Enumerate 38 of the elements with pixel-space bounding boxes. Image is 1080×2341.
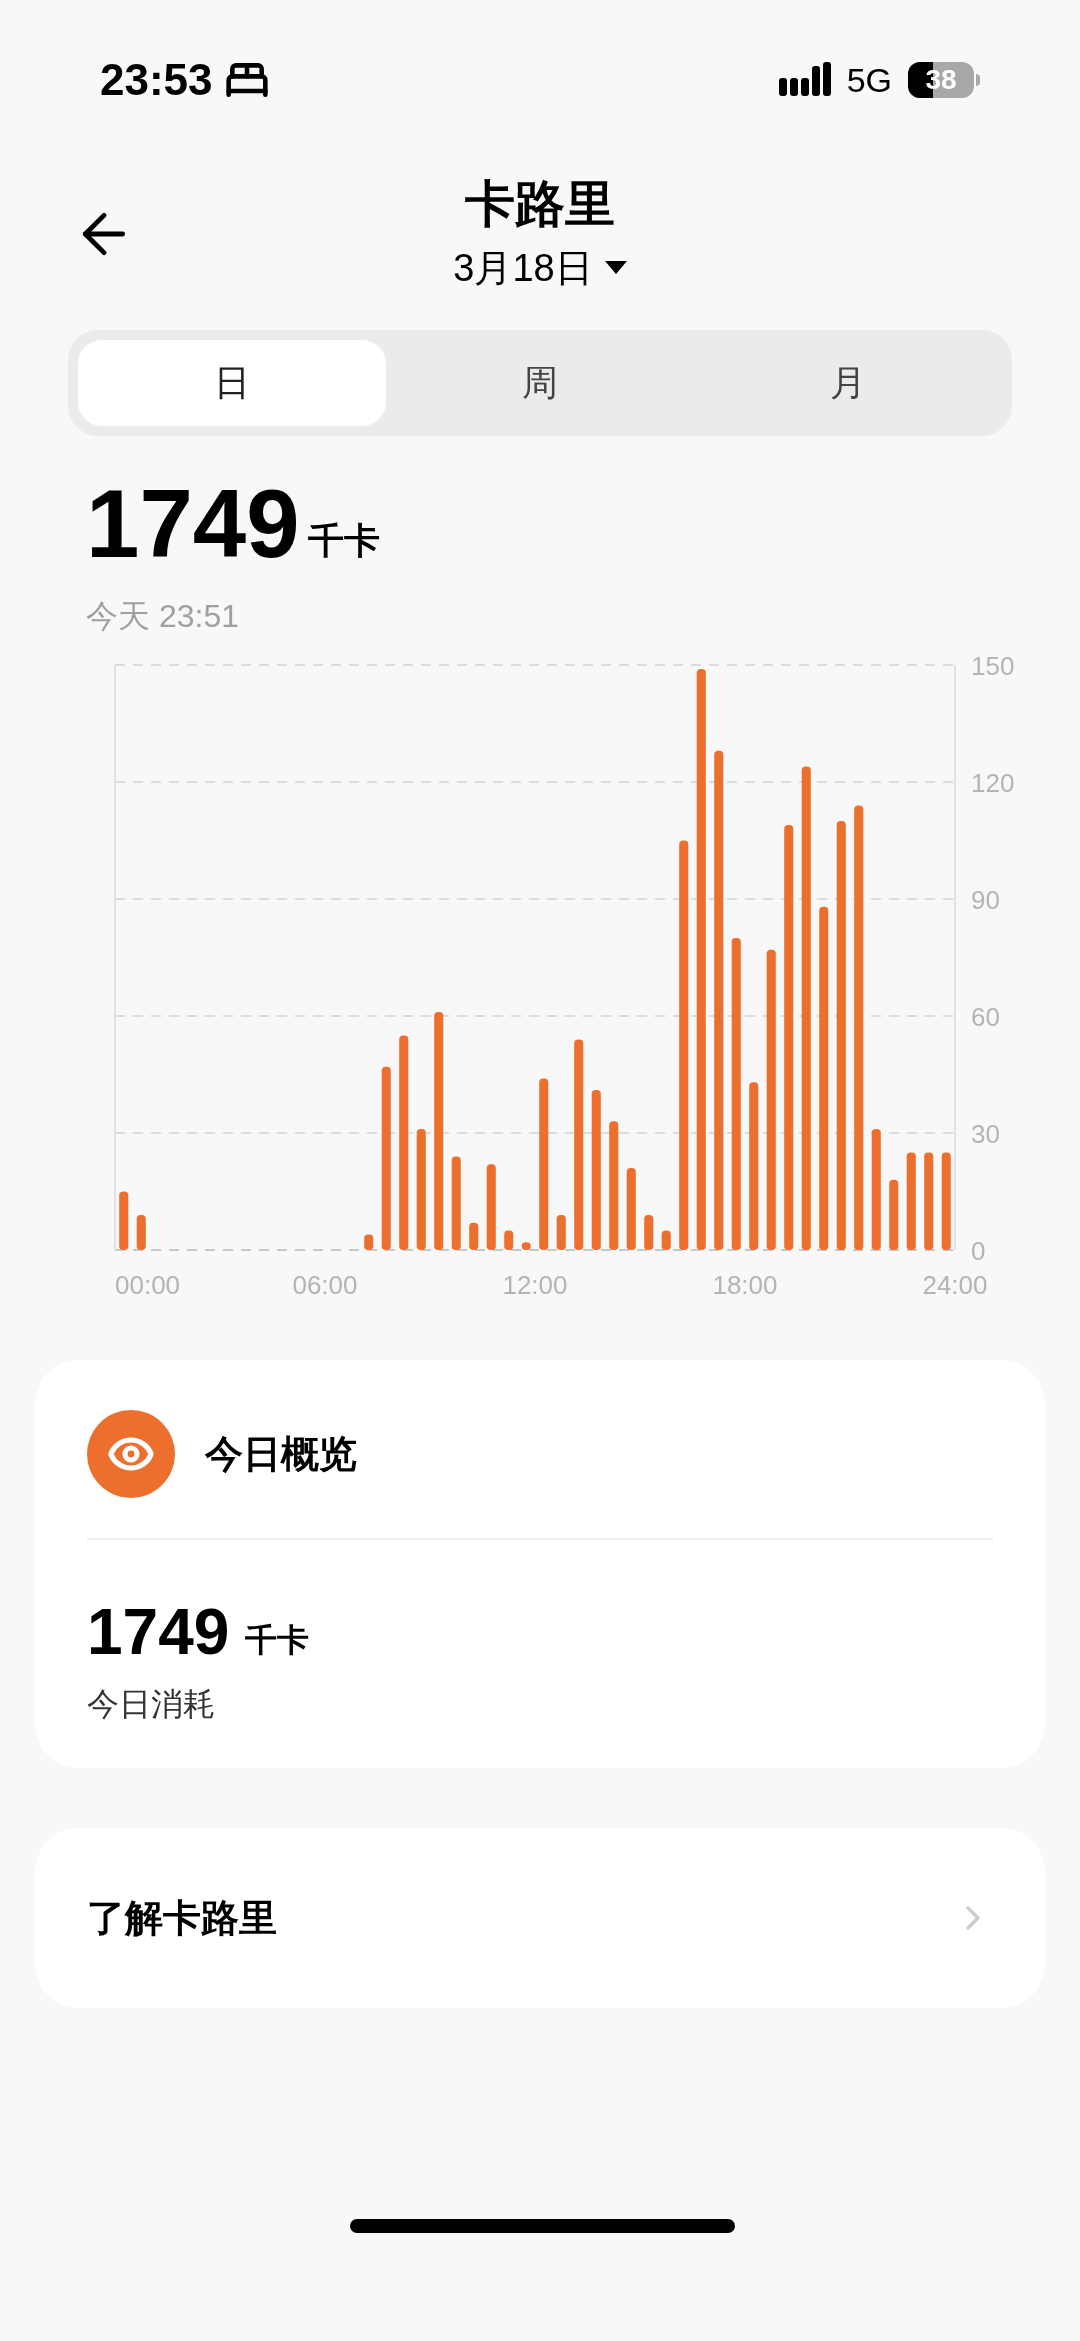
period-tab[interactable]: 日	[78, 340, 386, 426]
period-tab[interactable]: 月	[694, 340, 1002, 426]
overview-label: 今日消耗	[87, 1685, 216, 1724]
network-label: 5G	[846, 59, 892, 101]
calorie-bar	[469, 1222, 479, 1250]
overview-title: 今日概览	[205, 1431, 357, 1477]
overview-value: 1749	[87, 1600, 230, 1664]
calorie-bar	[504, 1230, 514, 1250]
calorie-bar	[521, 1242, 531, 1250]
x-axis-label: 06:00	[292, 1270, 358, 1300]
y-axis-label: 120	[971, 768, 1015, 798]
calorie-bar	[136, 1214, 146, 1250]
period-tab[interactable]: 周	[386, 340, 694, 426]
y-axis-label: 60	[971, 1002, 1000, 1032]
calorie-bar	[556, 1214, 566, 1250]
signal-icon	[778, 62, 831, 98]
y-axis-label: 0	[971, 1236, 986, 1266]
calorie-bar	[364, 1234, 374, 1250]
y-axis-label: 90	[971, 885, 1000, 915]
calorie-bar	[889, 1179, 899, 1250]
x-axis-label: 00:00	[115, 1270, 181, 1300]
x-axis-label: 12:00	[502, 1270, 568, 1300]
updated-time: 今天 23:51	[85, 597, 240, 636]
calorie-unit: 千卡	[307, 519, 380, 563]
page-title: 卡路里	[465, 175, 615, 235]
x-axis-label: 24:00	[922, 1270, 988, 1300]
overview-unit: 千卡	[245, 1621, 310, 1660]
y-axis-label: 150	[971, 651, 1015, 681]
calorie-total: 1749	[86, 476, 300, 572]
calorie-bar	[644, 1214, 654, 1250]
calorie-bar	[661, 1230, 671, 1250]
date-picker[interactable]: 3月18日	[453, 239, 627, 297]
dropdown-caret-icon	[604, 261, 627, 276]
y-axis-label: 30	[971, 1119, 1000, 1149]
learn-more-row[interactable]: 了解卡路里	[35, 1828, 1045, 2008]
calorie-bar	[119, 1191, 129, 1250]
x-axis-label: 18:00	[712, 1270, 778, 1300]
status-time: 23:53	[100, 54, 213, 106]
